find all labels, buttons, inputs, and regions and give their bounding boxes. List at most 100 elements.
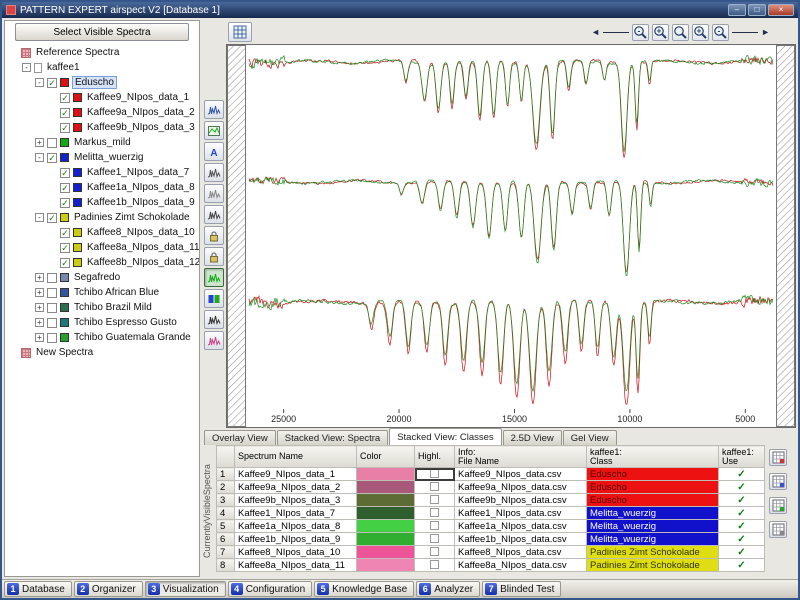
module-tab-organizer[interactable]: 2 Organizer: [73, 581, 143, 597]
select-visible-spectra-button[interactable]: Select Visible Spectra: [15, 23, 189, 41]
row-number-cell[interactable]: 3: [216, 493, 235, 507]
class-cell[interactable]: Eduscho: [586, 467, 719, 481]
spectrum-name-cell[interactable]: Kaffee1b_NIpos_data_9: [234, 532, 357, 546]
row-number-cell[interactable]: 4: [216, 506, 235, 520]
file-name-cell[interactable]: Kaffee9b_NIpos_data.csv: [454, 493, 587, 507]
derivative-icon[interactable]: [204, 205, 224, 224]
tree-item-label[interactable]: Kaffee1b_NIpos_data_9: [85, 197, 197, 208]
column-header-color[interactable]: Color: [356, 445, 415, 468]
use-cell[interactable]: ✓: [718, 532, 765, 546]
color-swatch-cell[interactable]: [356, 532, 415, 546]
highlight-checkbox[interactable]: [430, 534, 439, 544]
highlight-cell[interactable]: [414, 558, 455, 572]
zoom-in-horizontal-icon[interactable]: +: [652, 23, 670, 41]
highlight-checkbox[interactable]: [430, 521, 439, 531]
tree-item-markus-mild[interactable]: + Markus_mild: [7, 135, 199, 150]
tree-item-label[interactable]: Kaffee1_NIpos_data_7: [85, 167, 191, 178]
highlight-trace-icon[interactable]: [204, 331, 224, 350]
tree-item-kaffee1[interactable]: - kaffee1: [7, 60, 199, 75]
tree-item-kaffee1b-nipos-data-9[interactable]: ✓ Kaffee1b_NIpos_data_9: [7, 195, 199, 210]
row-number-cell[interactable]: 8: [216, 558, 235, 572]
class-cell[interactable]: Padinies Zimt Schokolade: [586, 558, 719, 572]
visibility-checkbox[interactable]: [47, 302, 57, 313]
module-tab-blinded-test[interactable]: 7 Blinded Test: [482, 581, 562, 597]
file-name-cell[interactable]: Kaffee9a_NIpos_data.csv: [454, 480, 587, 494]
highlight-cell[interactable]: [414, 467, 455, 481]
expand-icon[interactable]: +: [35, 333, 44, 342]
row-number-cell[interactable]: 1: [216, 467, 235, 481]
highlight-checkbox[interactable]: [430, 547, 439, 557]
tree-item-label[interactable]: New Spectra: [34, 347, 95, 358]
use-cell[interactable]: ✓: [718, 519, 765, 533]
visibility-checkbox[interactable]: ✓: [60, 182, 70, 193]
tree-item-label[interactable]: Tchibo Brazil Mild: [72, 302, 154, 313]
visibility-checkbox[interactable]: ✓: [47, 77, 57, 88]
use-cell[interactable]: ✓: [718, 545, 765, 559]
expand-icon[interactable]: +: [35, 138, 44, 147]
spectrum-name-cell[interactable]: Kaffee8_NIpos_data_10: [234, 545, 357, 559]
tree-item-label[interactable]: Kaffee9a_NIpos_data_2: [85, 107, 197, 118]
file-name-cell[interactable]: Kaffee1_NIpos_data.csv: [454, 506, 587, 520]
tree-item-new-spectra[interactable]: New Spectra: [7, 345, 199, 360]
peak-pick-icon[interactable]: [204, 163, 224, 182]
tree-item-melitta-wuerzig[interactable]: - ✓ Melitta_wuerzig: [7, 150, 199, 165]
visibility-checkbox[interactable]: ✓: [60, 197, 70, 208]
highlight-cell[interactable]: [414, 506, 455, 520]
annotate-icon[interactable]: A: [204, 142, 224, 161]
visibility-checkbox[interactable]: [47, 137, 57, 148]
integrate-icon[interactable]: [204, 184, 224, 203]
view-tab-gel-view[interactable]: Gel View: [562, 430, 617, 445]
tree-item-kaffee8-nipos-data-10[interactable]: ✓ Kaffee8_NIpos_data_10: [7, 225, 199, 240]
class-cell[interactable]: Melitta_wuerzig: [586, 506, 719, 520]
tree-item-kaffee1-nipos-data-7[interactable]: ✓ Kaffee1_NIpos_data_7: [7, 165, 199, 180]
tree-item-label[interactable]: Melitta_wuerzig: [72, 152, 145, 163]
highlight-cell[interactable]: [414, 532, 455, 546]
tree-item-label[interactable]: Tchibo Espresso Gusto: [72, 317, 179, 328]
tree-item-label[interactable]: Padinies Zimt Schokolade: [72, 212, 192, 223]
row-number-cell[interactable]: 5: [216, 519, 235, 533]
color-swatch-cell[interactable]: [356, 558, 415, 572]
titlebar[interactable]: PATTERN EXPERT airspect V2 [Database 1] …: [2, 2, 798, 18]
use-cell[interactable]: ✓: [718, 493, 765, 507]
column-header-class[interactable]: kaffee1: Class: [586, 445, 719, 468]
module-tab-knowledge-base[interactable]: 5 Knowledge Base: [314, 581, 415, 597]
spectrum-name-cell[interactable]: Kaffee8a_NIpos_data_11: [234, 558, 357, 572]
tree-item-label[interactable]: Kaffee8a_NIpos_data_11: [85, 242, 199, 253]
color-swatch-cell[interactable]: [356, 506, 415, 520]
file-name-cell[interactable]: Kaffee8a_NIpos_data.csv: [454, 558, 587, 572]
column-header-row-number[interactable]: [216, 445, 235, 468]
pan-left-icon[interactable]: ◄: [591, 27, 600, 37]
maximize-button[interactable]: □: [748, 4, 766, 16]
zoom-out-vertical-icon[interactable]: -: [712, 23, 730, 41]
visibility-checkbox[interactable]: ✓: [47, 212, 57, 223]
export-spectrum-image-icon[interactable]: [204, 121, 224, 140]
highlight-checkbox[interactable]: [430, 482, 439, 492]
color-swatch-cell[interactable]: [356, 545, 415, 559]
visibility-checkbox[interactable]: [47, 332, 57, 343]
show-spectra-icon[interactable]: [204, 268, 224, 287]
tree-item-label[interactable]: Tchibo Guatemala Grande: [72, 332, 193, 343]
highlight-checkbox[interactable]: [430, 508, 439, 518]
tree-item-tchibo-espresso-gusto[interactable]: + Tchibo Espresso Gusto: [7, 315, 199, 330]
row-number-cell[interactable]: 7: [216, 545, 235, 559]
column-header-use[interactable]: kaffee1: Use: [718, 445, 765, 468]
view-tab-stacked-view-classes[interactable]: Stacked View: Classes: [389, 428, 502, 445]
tree-item-label[interactable]: Kaffee8_NIpos_data_10: [85, 227, 197, 238]
color-swatch-cell[interactable]: [356, 519, 415, 533]
file-name-cell[interactable]: Kaffee1a_NIpos_data.csv: [454, 519, 587, 533]
use-cell[interactable]: ✓: [718, 558, 765, 572]
tree-item-kaffee9a-nipos-data-2[interactable]: ✓ Kaffee9a_NIpos_data_2: [7, 105, 199, 120]
visibility-checkbox[interactable]: ✓: [47, 152, 57, 163]
pan-right-icon[interactable]: ►: [761, 27, 770, 37]
color-swatch-cell[interactable]: [356, 480, 415, 494]
class-cell[interactable]: Melitta_wuerzig: [586, 532, 719, 546]
tree-item-kaffee9b-nipos-data-3[interactable]: ✓ Kaffee9b_NIpos_data_3: [7, 120, 199, 135]
column-header-spectrum-name[interactable]: Spectrum Name: [234, 445, 357, 468]
tree-item-label[interactable]: Kaffee8b_NIpos_data_12: [85, 257, 199, 268]
table-copy-icon[interactable]: [769, 473, 787, 490]
expand-icon[interactable]: +: [35, 318, 44, 327]
expand-icon[interactable]: +: [35, 273, 44, 282]
class-cell[interactable]: Melitta_wuerzig: [586, 519, 719, 533]
class-color-icon[interactable]: [204, 289, 224, 308]
close-button[interactable]: ×: [768, 4, 794, 16]
